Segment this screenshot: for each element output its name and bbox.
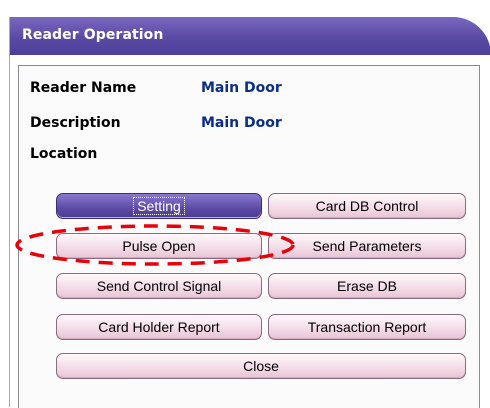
reader-name-label: Reader Name <box>30 80 137 96</box>
title-bar: Reader Operation <box>10 17 490 55</box>
location-label: Location <box>30 146 98 162</box>
close-button[interactable]: Close <box>56 353 466 379</box>
send-parameters-button[interactable]: Send Parameters <box>268 233 466 259</box>
card-holder-report-button[interactable]: Card Holder Report <box>56 314 262 340</box>
window-title: Reader Operation <box>22 27 164 43</box>
erase-db-button[interactable]: Erase DB <box>268 273 466 299</box>
reader-name-value: Main Door <box>201 80 282 96</box>
setting-button-label: Setting <box>133 197 185 215</box>
card-db-control-button[interactable]: Card DB Control <box>268 193 466 219</box>
pulse-open-button[interactable]: Pulse Open <box>56 233 262 259</box>
description-value: Main Door <box>201 115 282 131</box>
setting-button[interactable]: Setting <box>56 193 262 219</box>
transaction-report-button[interactable]: Transaction Report <box>268 314 466 340</box>
send-control-signal-button[interactable]: Send Control Signal <box>56 273 262 299</box>
description-label: Description <box>30 115 121 131</box>
